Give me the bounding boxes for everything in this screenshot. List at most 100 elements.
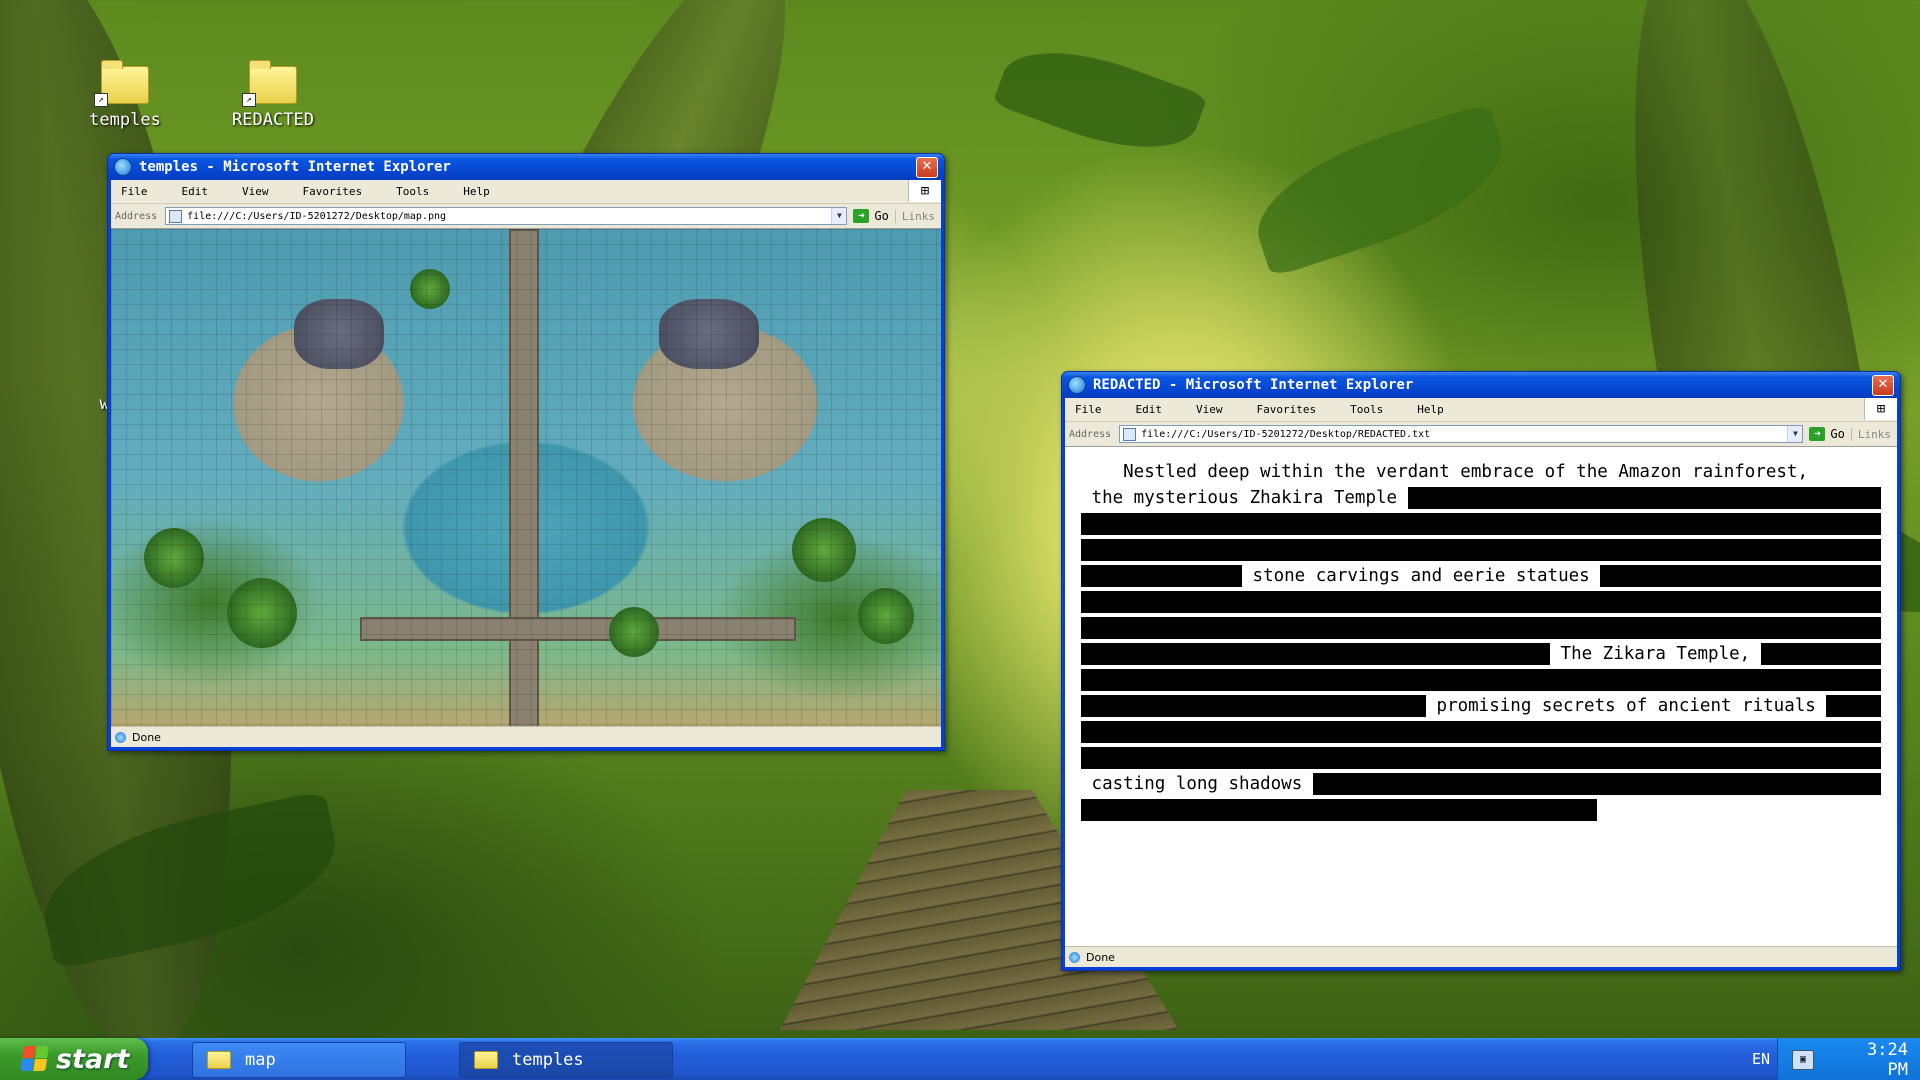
doc-line: promising secrets of ancient rituals [1081,693,1881,719]
close-button[interactable]: ✕ [916,156,938,178]
menu-help[interactable]: Help [1417,403,1444,416]
links-button[interactable]: Links [894,209,941,223]
address-input[interactable]: file:///C:/Users/ID-5201272/Desktop/map.… [165,207,848,225]
redaction-bar [1081,565,1242,587]
leaf [992,28,1208,172]
desktop-icon-temples[interactable]: ↗ temples [70,60,180,130]
status-bar: Done [111,726,941,747]
doc-line: the mysterious Zhakira Temple [1081,485,1881,511]
menu-favorites[interactable]: Favorites [303,185,363,198]
doc-line [1081,511,1881,537]
ie-icon [114,158,132,176]
doc-line [1081,667,1881,693]
doc-line [1081,589,1881,615]
window-frame: File Edit View Favorites Tools Help ⊞ Ad… [111,180,941,747]
map-walkway [509,229,540,727]
doc-text: the mysterious Zhakira Temple [1081,488,1408,508]
doc-text: The Zikara Temple, [1550,644,1761,664]
network-icon[interactable]: ▣ [1792,1050,1814,1070]
ie-page-icon [1069,951,1080,963]
page-icon [169,209,183,223]
ie-window-redacted[interactable]: REDACTED - Microsoft Internet Explorer ✕… [1061,371,1901,971]
folder-icon [207,1051,231,1069]
redaction-bar [1407,487,1881,509]
redaction-bar [1760,643,1881,665]
redaction-bar [1081,747,1881,769]
links-button[interactable]: Links [1850,427,1897,441]
doc-text: Nestled deep within the verdant embrace … [1081,462,1808,482]
menu-edit[interactable]: Edit [182,185,209,198]
redacted-document: Nestled deep within the verdant embrace … [1081,459,1881,823]
task-label: temples [512,1050,584,1070]
title-bar[interactable]: REDACTED - Microsoft Internet Explorer ✕ [1062,372,1900,398]
menu-help[interactable]: Help [463,185,490,198]
go-button[interactable]: ➜ Go [853,209,889,223]
go-arrow-icon: ➜ [853,209,870,223]
map-tree [409,268,450,309]
address-input[interactable]: file:///C:/Users/ID-5201272/Desktop/REDA… [1119,425,1804,443]
redaction-bar [1081,721,1881,743]
ie-icon [1068,376,1086,394]
doc-line [1081,615,1881,641]
address-bar: Address file:///C:/Users/ID-5201272/Desk… [111,204,941,229]
title-bar[interactable]: temples - Microsoft Internet Explorer ✕ [108,154,944,180]
go-button[interactable]: ➜ Go [1809,427,1845,441]
doc-line [1081,797,1881,823]
redaction-bar [1081,513,1881,535]
desktop-icon-redacted[interactable]: ↗ REDACTED [218,60,328,130]
map-walkway [360,617,796,642]
page-icon [1123,427,1137,441]
clock-period: PM [1887,1060,1908,1080]
redaction-bar [1312,773,1881,795]
shortcut-arrow-icon: ↗ [242,93,256,107]
start-label: start [56,1043,130,1075]
menu-file[interactable]: File [1075,403,1102,416]
shortcut-arrow-icon: ↗ [94,93,108,107]
windows-logo-icon: ⊞ [908,180,941,202]
menu-favorites[interactable]: Favorites [1257,403,1317,416]
doc-line [1081,719,1881,745]
doc-line: stone carvings and eerie statues [1081,563,1881,589]
doc-text: casting long shadows [1081,774,1313,794]
taskbar-button-temples[interactable]: temples [459,1042,673,1078]
clock[interactable]: 3:24 PM [1867,1040,1908,1080]
map-image [111,229,941,727]
doc-line: casting long shadows [1081,771,1881,797]
status-text: Done [1086,950,1115,964]
map-ruin [658,298,759,369]
document-viewport[interactable]: Nestled deep within the verdant embrace … [1065,446,1897,947]
start-button[interactable]: start [0,1038,148,1080]
window-title: temples - Microsoft Internet Explorer [139,159,451,175]
chevron-down-icon[interactable]: ▼ [831,208,847,224]
doc-text: promising secrets of ancient rituals [1426,696,1827,716]
go-label: Go [1830,427,1845,441]
go-label: Go [874,209,889,223]
language-indicator[interactable]: EN [1752,1050,1770,1068]
redaction-bar [1081,695,1426,717]
folder-icon: ↗ [242,60,297,107]
clock-time: 3:24 [1867,1040,1908,1060]
menu-view[interactable]: View [242,185,269,198]
menu-bar: File Edit View Favorites Tools Help ⊞ [1065,398,1897,422]
windows-flag-icon [20,1046,50,1072]
close-button[interactable]: ✕ [1872,374,1894,396]
doc-text: stone carvings and eerie statues [1242,566,1601,586]
menu-view[interactable]: View [1196,403,1223,416]
doc-line: The Zikara Temple, [1081,641,1881,667]
map-viewport[interactable] [111,228,941,727]
menu-tools[interactable]: Tools [396,185,429,198]
desktop-icon-label: REDACTED [232,110,314,130]
menu-edit[interactable]: Edit [1136,403,1163,416]
ie-window-temples[interactable]: temples - Microsoft Internet Explorer ✕ … [107,153,945,751]
redaction-bar [1826,695,1881,717]
address-value: file:///C:/Users/ID-5201272/Desktop/REDA… [1141,428,1431,440]
map-tree [791,517,856,582]
menu-file[interactable]: File [121,185,148,198]
map-tree [609,607,659,658]
taskbar: start map temples EN ▣ 3:24 PM [0,1038,1920,1080]
redaction-bar [1600,565,1881,587]
chevron-down-icon[interactable]: ▼ [1787,426,1803,442]
taskbar-button-map[interactable]: map [192,1042,406,1078]
doc-line [1081,537,1881,563]
menu-tools[interactable]: Tools [1350,403,1383,416]
